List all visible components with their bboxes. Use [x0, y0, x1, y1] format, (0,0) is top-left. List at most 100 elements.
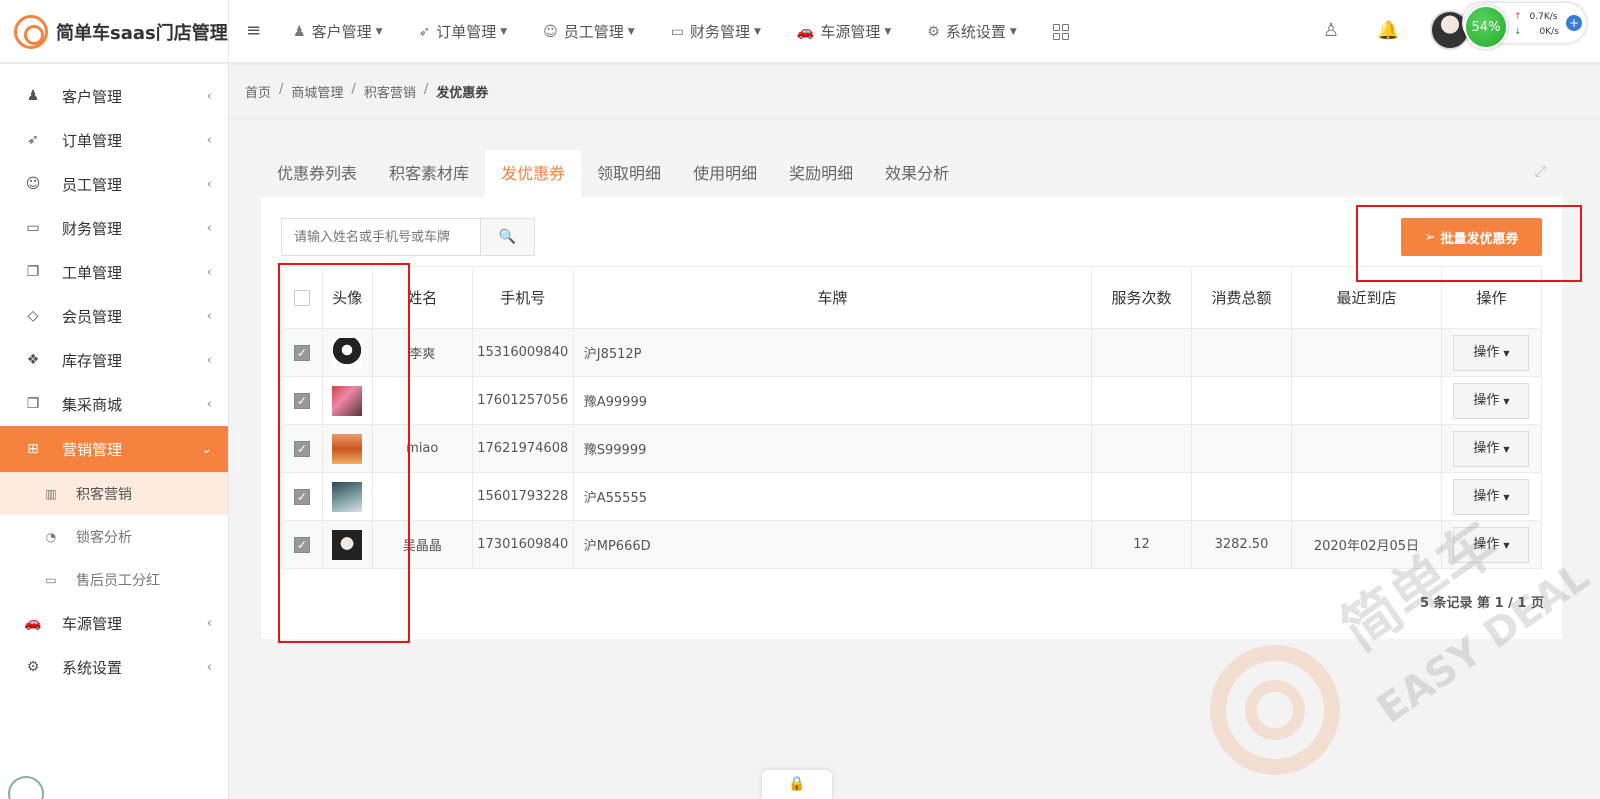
grid-icon — [1052, 23, 1069, 40]
customer-table: 头像 姓名 手机号 车牌 服务次数 消费总额 最近到店 操作 ✓ 李爽 1531… — [281, 266, 1543, 569]
search-input[interactable] — [281, 218, 480, 256]
sidebar-subitem-jike[interactable]: ▥ 积客营销 — [0, 472, 228, 515]
folder-icon: ▭ — [670, 23, 684, 40]
phone-cell: 17601257056 — [471, 376, 574, 425]
col-plate: 车牌 — [572, 266, 1093, 329]
logo-text: 简单车saas门店管理 — [56, 22, 228, 44]
row-action-dropdown[interactable]: 操作 ▼ — [1453, 526, 1530, 563]
topnav-label: 员工管理 — [563, 23, 624, 41]
breadcrumb-separator: / — [351, 82, 356, 97]
row-action-dropdown[interactable]: 操作 ▼ — [1453, 478, 1530, 515]
watermark-ring-inner-icon — [1245, 680, 1305, 740]
help-circle-icon[interactable] — [8, 776, 44, 799]
total-cell — [1191, 472, 1292, 521]
last-visit-cell — [1290, 424, 1442, 473]
tab-effect-analysis[interactable]: 效果分析 — [869, 150, 965, 197]
tab-reward-details[interactable]: 奖励明细 — [773, 150, 869, 197]
topnav-label: 系统设置 — [945, 23, 1006, 41]
menu-toggle-icon[interactable]: ≡ — [246, 22, 261, 40]
user-icon: ☺ — [25, 176, 41, 192]
sidebar-item-mall[interactable]: ❐ 集采商城 ‹ — [0, 382, 228, 426]
upload-speed: 0.7K/s — [1514, 12, 1558, 22]
search-button[interactable]: 🔍 — [480, 218, 535, 256]
logo[interactable]: 简单车saas门店管理 — [0, 0, 229, 63]
sidebar-subitem-staff-bonus[interactable]: ▭ 售后员工分红 — [0, 558, 228, 601]
expand-icon[interactable]: ⤢ — [1535, 164, 1546, 180]
user-tie-icon[interactable]: ♙ — [1323, 20, 1339, 41]
sidebar-subitem-lock-analysis[interactable]: ◔ 锁客分析 — [0, 515, 228, 558]
row-action-dropdown[interactable]: 操作 ▼ — [1453, 334, 1530, 371]
topnav-label: 财务管理 — [689, 23, 750, 41]
services-cell — [1091, 328, 1192, 377]
copy-icon: ❐ — [26, 396, 40, 412]
topnav-staff[interactable]: ☺ 员工管理 ▼ — [543, 21, 635, 42]
plus-icon[interactable]: + — [1566, 15, 1582, 31]
caret-down-icon: ▼ — [753, 26, 761, 37]
row-action-dropdown[interactable]: 操作 ▼ — [1453, 382, 1530, 419]
col-total-spend: 消费总额 — [1191, 266, 1292, 329]
col-phone: 手机号 — [471, 266, 574, 329]
tab-coupon-list[interactable]: 优惠券列表 — [261, 150, 373, 197]
sidebar-item-label: 库存管理 — [62, 351, 123, 370]
phone-cell: 17301609840 — [471, 520, 574, 569]
breadcrumb-home[interactable]: 首页 — [245, 82, 271, 101]
chevron-left-icon: ‹ — [206, 352, 212, 368]
total-cell: 3282.50 — [1191, 520, 1292, 569]
sidebar-item-vehicles[interactable]: 🚗 车源管理 ‹ — [0, 601, 228, 645]
plate-cell: 沪MP666D — [572, 520, 1093, 569]
topnav-finance[interactable]: ▭ 财务管理 ▼ — [671, 21, 761, 42]
breadcrumb-jike[interactable]: 积客营销 — [364, 82, 416, 101]
topnav-vehicles[interactable]: 🚗 车源管理 ▼ — [797, 21, 891, 42]
lock-icon[interactable]: 🔒 — [762, 770, 832, 799]
chevron-down-icon: ⌄ — [201, 441, 212, 457]
row-action-dropdown[interactable]: 操作 ▼ — [1453, 430, 1530, 467]
tab-material-library[interactable]: 积客素材库 — [373, 150, 485, 197]
caret-down-icon: ▼ — [1503, 348, 1510, 358]
sidebar-item-label: 集采商城 — [62, 395, 123, 414]
network-speed-widget[interactable]: 54% 0.7K/s 0K/s + — [1462, 3, 1586, 49]
sidebar-item-members[interactable]: ◇ 会员管理 ‹ — [0, 294, 228, 338]
topnav-settings[interactable]: ⚙ 系统设置 ▼ — [927, 21, 1017, 42]
action-label: 操作 — [1473, 488, 1500, 504]
pagination-info: 5 条记录 第 1 / 1 页 — [1419, 596, 1544, 611]
sidebar-item-finance[interactable]: ▭ 财务管理 ‹ — [0, 206, 228, 250]
caret-down-icon: ▼ — [1503, 492, 1510, 502]
topnav-customers[interactable]: ♟ 客户管理 ▼ — [293, 21, 383, 42]
total-cell — [1191, 424, 1292, 473]
sidebar-item-orders[interactable]: ➶ 订单管理 ‹ — [0, 118, 228, 162]
last-visit-cell — [1290, 376, 1442, 425]
gift-icon: ⊞ — [27, 441, 39, 457]
gear-icon: ⚙ — [927, 23, 940, 40]
actions-cell: 操作 ▼ — [1440, 472, 1543, 521]
tab-bar: 优惠券列表 积客素材库 发优惠券 领取明细 使用明细 奖励明细 效果分析 ⤢ — [261, 150, 1562, 197]
top-nav: ♟ 客户管理 ▼ ➶ 订单管理 ▼ ☺ 员工管理 ▼ ▭ 财务管理 ▼ 🚗 车源管理 ▼ ⚙ 系统设置… — [293, 0, 1105, 63]
bell-icon[interactable]: 🔔 — [1377, 20, 1399, 41]
total-cell — [1191, 328, 1292, 377]
tab-send-coupon[interactable]: 发优惠券 — [485, 150, 582, 197]
sidebar-item-workorders[interactable]: ❐ 工单管理 ‹ — [0, 250, 228, 294]
breadcrumb-separator: / — [423, 82, 429, 97]
breadcrumb-mall[interactable]: 商城管理 — [291, 82, 343, 101]
action-label: 操作 — [1473, 440, 1500, 456]
chevron-left-icon: ‹ — [206, 132, 212, 148]
topnav-label: 车源管理 — [820, 23, 881, 41]
last-visit-cell: 2020年02月05日 — [1290, 520, 1442, 569]
actions-cell: 操作 ▼ — [1440, 376, 1543, 425]
action-label: 操作 — [1473, 344, 1500, 360]
services-cell — [1091, 472, 1192, 521]
tab-usage-details[interactable]: 使用明细 — [677, 150, 773, 197]
sidebar-item-marketing[interactable]: ⊞ 营销管理 ⌄ — [0, 426, 228, 472]
table-row: ✓ 17601257056 豫A99999 操作 ▼ — [281, 376, 1543, 425]
topnav-orders[interactable]: ➶ 订单管理 ▼ — [419, 21, 508, 42]
sidebar-item-settings[interactable]: ⚙ 系统设置 ‹ — [0, 645, 228, 689]
apps-grid-button[interactable] — [1052, 23, 1069, 40]
bar-chart-icon: ▥ — [45, 486, 57, 501]
topnav-label: 订单管理 — [436, 23, 497, 41]
services-cell — [1091, 424, 1192, 473]
tab-claim-details[interactable]: 领取明细 — [581, 150, 677, 197]
sidebar-item-staff[interactable]: ☺ 员工管理 ‹ — [0, 162, 228, 206]
action-label: 操作 — [1473, 536, 1500, 552]
top-header: 简单车saas门店管理 ≡ ♟ 客户管理 ▼ ➶ 订单管理 ▼ ☺ 员工管理 ▼ ▭ 财务管理… — [0, 0, 1600, 63]
sidebar-item-inventory[interactable]: ❖ 库存管理 ‹ — [0, 338, 228, 382]
sidebar-item-customers[interactable]: ♟ 客户管理 ‹ — [0, 74, 228, 118]
